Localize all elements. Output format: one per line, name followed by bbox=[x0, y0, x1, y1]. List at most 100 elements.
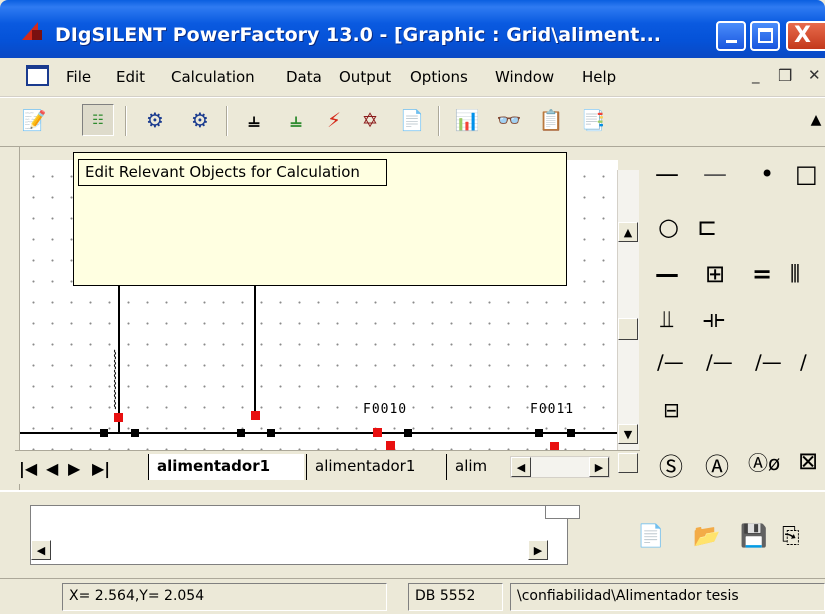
breaker-symbol-icon[interactable]: ⊞ bbox=[705, 260, 725, 288]
next-tab-button[interactable]: ▶ bbox=[68, 459, 80, 478]
bus-terminal[interactable] bbox=[237, 429, 245, 437]
bus-terminal[interactable] bbox=[567, 429, 575, 437]
output-splitter[interactable] bbox=[545, 505, 580, 519]
rms-simulation-button[interactable]: ⫨ bbox=[280, 104, 312, 136]
results-button[interactable]: 📋 bbox=[535, 104, 567, 136]
database-indicator: DB 5552 bbox=[408, 583, 503, 611]
close-icon: X bbox=[794, 23, 811, 48]
menu-options[interactable]: Options bbox=[410, 68, 468, 86]
node-dot-icon[interactable]: • bbox=[760, 160, 774, 188]
rectangle-icon[interactable]: □ bbox=[795, 160, 818, 188]
maximize-button[interactable] bbox=[750, 21, 780, 51]
app-logo-icon bbox=[22, 22, 42, 40]
toolbar-separator bbox=[438, 106, 440, 136]
switch-open-icon[interactable]: ∕— bbox=[657, 350, 684, 374]
menu-calculation[interactable]: Calculation bbox=[171, 68, 255, 86]
left-toolbar-strip bbox=[0, 147, 20, 490]
mdi-minimize-button[interactable]: _ bbox=[752, 66, 760, 84]
copy-icon[interactable]: ⎘ bbox=[782, 524, 800, 549]
switch-event-button[interactable]: ✡ bbox=[354, 104, 386, 136]
calculate-load-flow-button[interactable]: ⚙ bbox=[139, 104, 171, 136]
tooltip: Edit Relevant Objects for Calculation bbox=[78, 159, 387, 186]
report-glasses-button[interactable]: 👓 bbox=[493, 104, 525, 136]
calculate-short-circuit-button[interactable]: ⚙ bbox=[184, 104, 216, 136]
scroll-up-button[interactable]: ▲ bbox=[618, 222, 638, 242]
breaker-node[interactable] bbox=[373, 428, 382, 437]
open-folder-icon[interactable]: 📂 bbox=[693, 524, 720, 549]
minimize-button[interactable] bbox=[716, 21, 746, 51]
busbar[interactable] bbox=[20, 432, 618, 434]
project-path: \confiabilidad\Alimentador tesis bbox=[510, 583, 825, 611]
menu-window[interactable]: Window bbox=[495, 68, 554, 86]
grid-symbol-icon[interactable]: ⊠ bbox=[798, 447, 818, 475]
scroll-down-button[interactable]: ▼ bbox=[618, 424, 638, 444]
documentation-button[interactable]: 📑 bbox=[577, 104, 609, 136]
scroll-thumb[interactable] bbox=[618, 318, 638, 340]
tab-alim[interactable]: alim bbox=[446, 454, 506, 480]
menu-edit[interactable]: Edit bbox=[116, 68, 145, 86]
toolbar-separator bbox=[125, 106, 127, 136]
fault-event-button[interactable]: ⚡ bbox=[318, 104, 350, 136]
transient-button[interactable]: ⫨ bbox=[238, 104, 270, 136]
menu-help[interactable]: Help bbox=[582, 68, 616, 86]
toolbar-separator bbox=[226, 106, 228, 136]
vertical-scrollbar[interactable] bbox=[617, 170, 639, 450]
first-tab-button[interactable]: |◀ bbox=[19, 459, 37, 478]
output-scroll-left-button[interactable]: ◀ bbox=[31, 540, 51, 560]
terminal-symbol-icon[interactable]: ⫫ bbox=[660, 305, 674, 333]
bus-terminal[interactable] bbox=[404, 429, 412, 437]
thick-line-icon[interactable]: — bbox=[655, 260, 679, 288]
menu-data[interactable]: Data bbox=[286, 68, 322, 86]
edit-events-button[interactable]: 📄 bbox=[396, 104, 428, 136]
reports-button[interactable]: 📊 bbox=[451, 104, 483, 136]
switch-icon[interactable]: ∕ bbox=[800, 350, 807, 374]
mdi-close-button[interactable]: ✕ bbox=[808, 66, 821, 84]
mdi-restore-button[interactable]: ❒ bbox=[778, 66, 792, 85]
prev-tab-button[interactable]: ◀ bbox=[46, 459, 58, 478]
busbar-symbol-icon[interactable]: — bbox=[655, 160, 679, 188]
cursor-coordinates: X= 2.564,Y= 2.054 bbox=[62, 583, 387, 611]
asynchronous-machine-icon[interactable]: Ⓐ bbox=[705, 447, 729, 482]
breaker-node[interactable] bbox=[251, 411, 260, 420]
tab-alimentador1-active[interactable]: alimentador1 bbox=[148, 454, 304, 480]
bus-terminal[interactable] bbox=[267, 429, 275, 437]
switch-icon[interactable]: ∕— bbox=[755, 350, 782, 374]
edit-relevant-objects-button[interactable]: ☷ bbox=[82, 104, 114, 136]
scroll-right-button[interactable]: ▶ bbox=[589, 457, 609, 477]
double-line-icon[interactable]: = bbox=[752, 260, 772, 288]
close-button[interactable]: X bbox=[786, 21, 825, 51]
bus-label-f0010: F0010 bbox=[363, 402, 408, 417]
last-tab-button[interactable]: ▶| bbox=[92, 459, 110, 478]
tab-alimentador1[interactable]: alimentador1 bbox=[306, 454, 444, 480]
save-icon[interactable]: 💾 bbox=[740, 524, 767, 549]
bracket-icon[interactable]: ⊏ bbox=[697, 213, 717, 241]
output-scroll-right-button[interactable]: ▶ bbox=[528, 540, 548, 560]
window-title: DIgSILENT PowerFactory 13.0 - [Graphic :… bbox=[55, 24, 662, 46]
line-symbol-icon[interactable]: — bbox=[703, 160, 727, 188]
motor-icon[interactable]: Ⓐø bbox=[748, 447, 780, 476]
transformer-symbol-icon[interactable]: ⫴ bbox=[790, 260, 800, 288]
output-text-area[interactable] bbox=[30, 505, 568, 565]
bus-terminal[interactable] bbox=[100, 429, 108, 437]
bus-terminal[interactable] bbox=[535, 429, 543, 437]
menu-output[interactable]: Output bbox=[339, 68, 391, 86]
new-output-icon[interactable]: 📄 bbox=[637, 524, 664, 549]
line-conductor[interactable] bbox=[254, 285, 256, 415]
breaker-node[interactable] bbox=[386, 441, 395, 450]
fuse-symbol-icon[interactable]: ⊟ bbox=[663, 398, 680, 422]
document-icon[interactable] bbox=[26, 65, 49, 86]
minimize-icon bbox=[726, 40, 737, 43]
circle-icon[interactable]: ○ bbox=[658, 213, 679, 241]
breaker-node[interactable] bbox=[114, 413, 123, 422]
coupler-icon[interactable]: ⟛ bbox=[703, 305, 725, 333]
scroll-left-button[interactable]: ◀ bbox=[511, 457, 531, 477]
size-grip[interactable] bbox=[618, 453, 638, 473]
menu-file[interactable]: File bbox=[66, 68, 91, 86]
synchronous-machine-icon[interactable]: Ⓢ bbox=[659, 447, 683, 482]
new-graphic-button[interactable]: 📝 bbox=[18, 104, 50, 136]
line-conductor[interactable] bbox=[118, 285, 120, 432]
bus-terminal[interactable] bbox=[131, 429, 139, 437]
switch-icon[interactable]: ∕— bbox=[706, 350, 733, 374]
bus-label-f0011: F0011 bbox=[530, 402, 575, 417]
toolbar-scroll-button[interactable]: ▲ bbox=[800, 104, 825, 136]
